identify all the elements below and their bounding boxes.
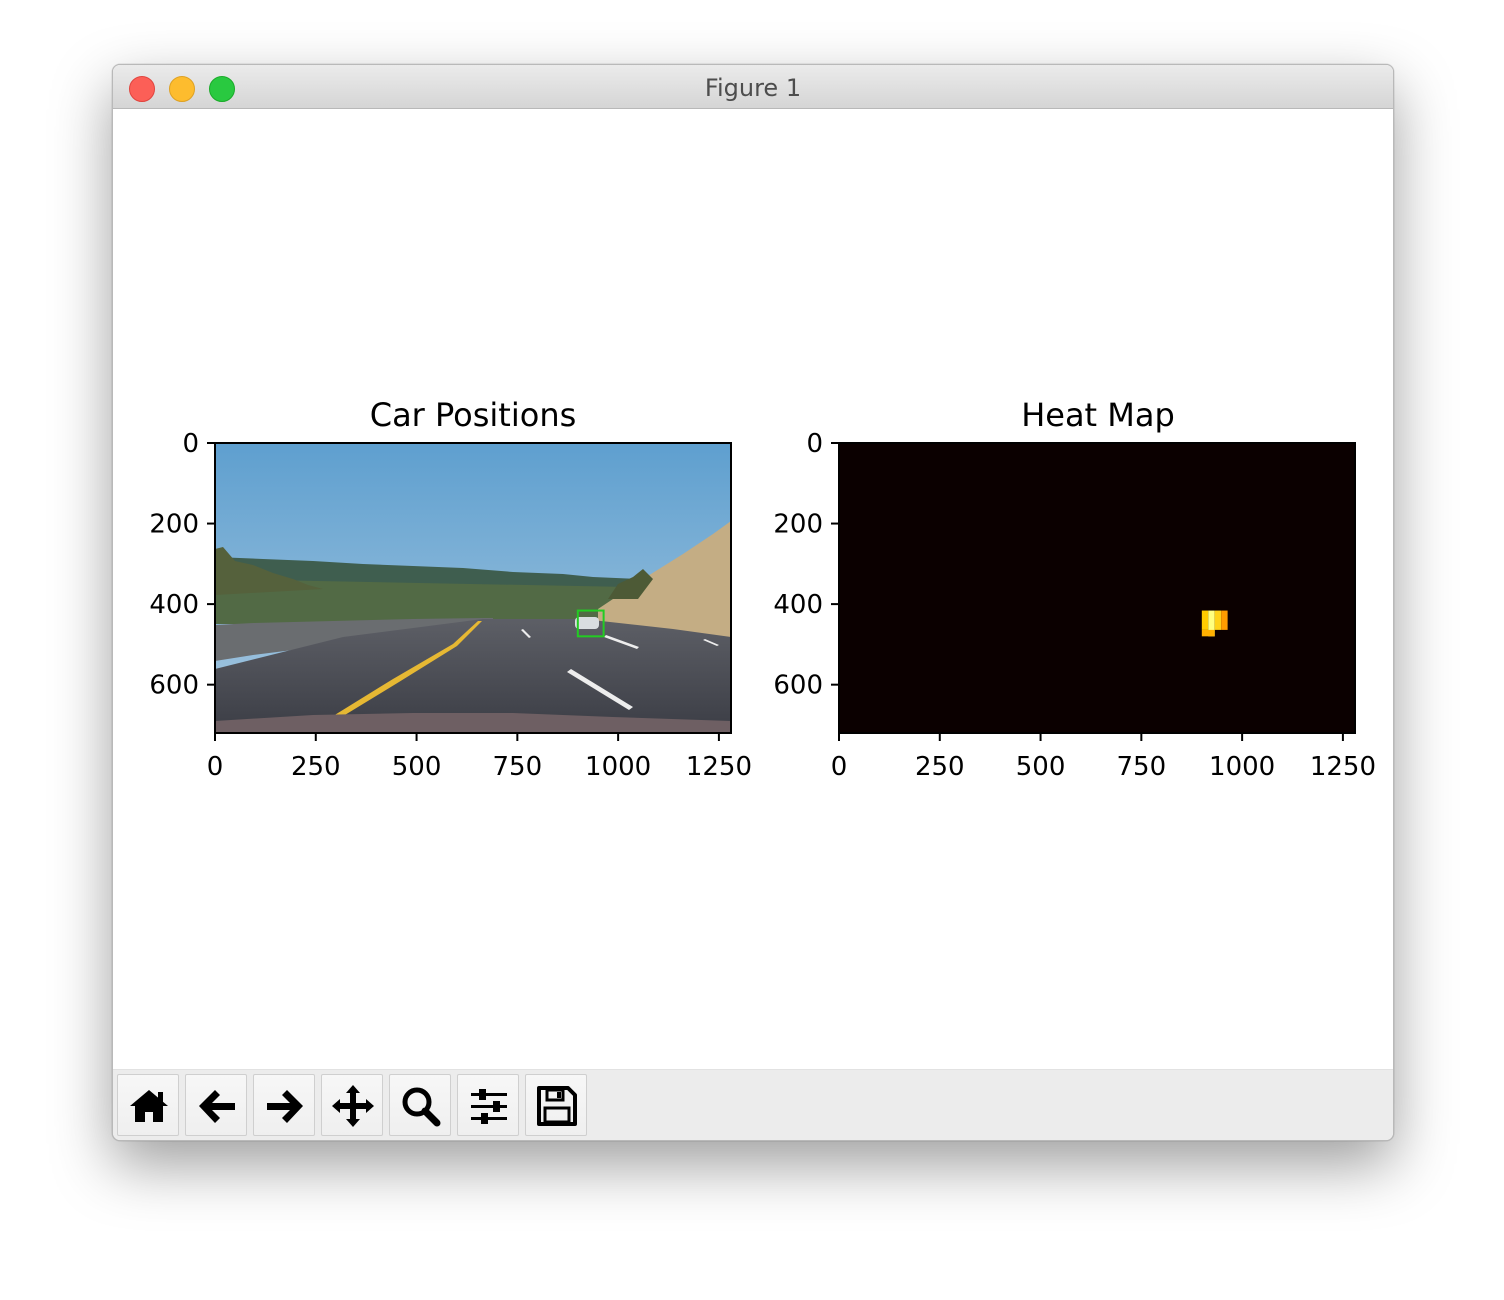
zoom-icon xyxy=(402,1087,441,1127)
axes-heat-map: Heat Map 0 250 500 750 1000 1250 0 200 400 600 xyxy=(773,396,1376,782)
save-icon xyxy=(537,1086,577,1126)
heat-cell xyxy=(1214,610,1222,630)
x-tick-label: 1000 xyxy=(1209,752,1275,782)
x-tick-label: 750 xyxy=(493,752,543,782)
road-photo xyxy=(215,443,731,733)
y-tick-label: 600 xyxy=(149,671,199,701)
back-button[interactable] xyxy=(185,1074,247,1136)
zoom-button[interactable] xyxy=(389,1074,451,1136)
y-tick-label: 200 xyxy=(773,510,823,540)
x-tick-label: 500 xyxy=(1016,752,1066,782)
heat-cell xyxy=(1201,629,1215,637)
y-tick-label: 400 xyxy=(149,590,199,620)
pan-button[interactable] xyxy=(321,1074,383,1136)
x-tick-label: 250 xyxy=(291,752,341,782)
figure-canvas[interactable]: Car Positions 0 250 500 750 1000 1250 0 … xyxy=(113,109,1393,1069)
window-title: Figure 1 xyxy=(704,74,802,102)
save-button[interactable] xyxy=(525,1074,587,1136)
x-tick-label: 0 xyxy=(207,752,224,782)
axes-title: Car Positions xyxy=(370,396,577,434)
x-tick-label: 1250 xyxy=(1310,752,1376,782)
home-button[interactable] xyxy=(117,1074,179,1136)
y-tick-label: 200 xyxy=(149,510,199,540)
axes-car-positions: Car Positions 0 250 500 750 1000 1250020… xyxy=(149,396,752,782)
figure-window: Figure 1 Car Positions 0 250 500 750 100… xyxy=(112,64,1394,1141)
figure-svg: Car Positions 0 250 500 750 1000 1250020… xyxy=(149,396,1376,782)
x-tick-label: 1250 xyxy=(686,752,752,782)
x-tick-label: 750 xyxy=(1117,752,1167,782)
heat-cell xyxy=(1221,610,1228,630)
move-icon xyxy=(332,1085,374,1127)
heatmap-background xyxy=(839,443,1355,733)
sliders-icon xyxy=(471,1089,507,1124)
arrow-right-icon xyxy=(267,1090,303,1123)
heat-cell xyxy=(1201,610,1209,630)
arrow-left-icon xyxy=(199,1090,235,1123)
x-tick-label: 1000 xyxy=(585,752,651,782)
axes-title: Heat Map xyxy=(1021,396,1175,434)
x-tick-label: 250 xyxy=(915,752,965,782)
subplots-button[interactable] xyxy=(457,1074,519,1136)
navigation-toolbar xyxy=(113,1069,1393,1140)
x-tick-label: 0 xyxy=(831,752,848,782)
y-tick-label: 400 xyxy=(773,590,823,620)
forward-button[interactable] xyxy=(253,1074,315,1136)
title-bar[interactable]: Figure 1 xyxy=(113,65,1393,109)
x-tick-label: 500 xyxy=(392,752,442,782)
y-tick-label: 0 xyxy=(806,429,823,459)
y-tick-label: 600 xyxy=(773,671,823,701)
home-icon xyxy=(130,1090,168,1122)
y-tick-label: 0 xyxy=(182,429,199,459)
